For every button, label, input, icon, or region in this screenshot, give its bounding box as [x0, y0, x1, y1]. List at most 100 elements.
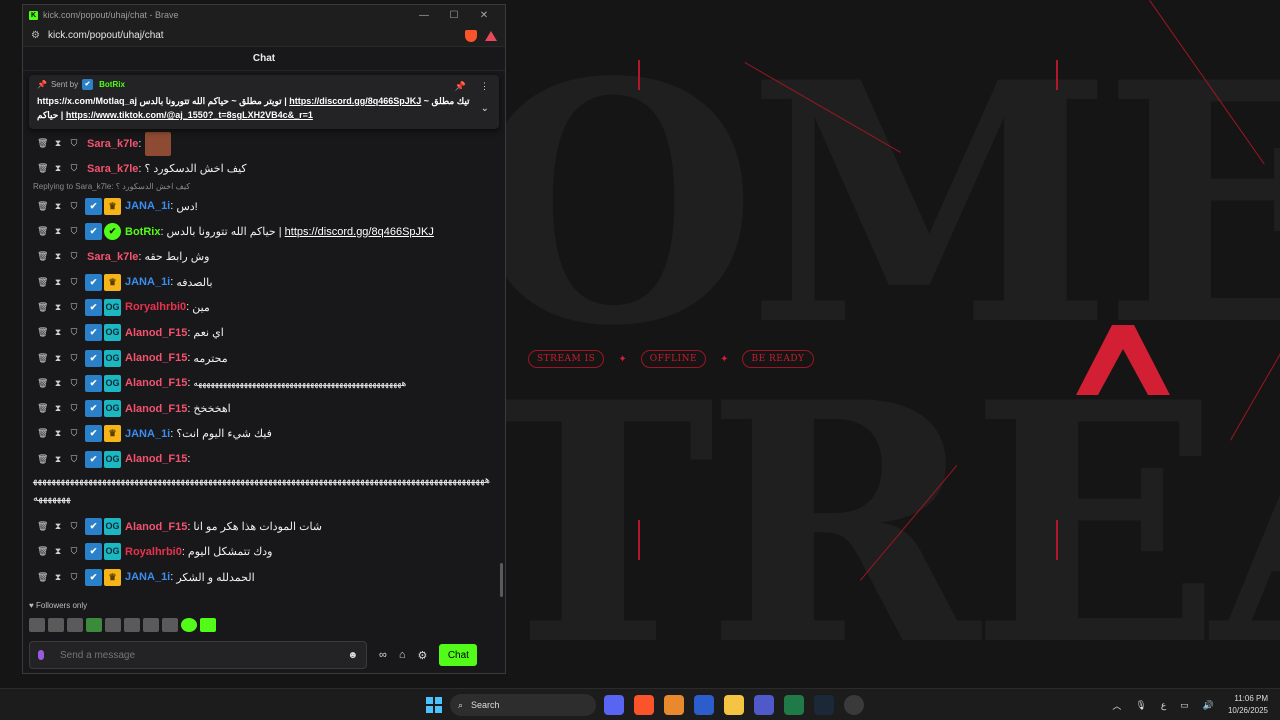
send-chat-button[interactable]: Chat [439, 644, 478, 666]
timeout-icon[interactable]: ⧗ [53, 327, 63, 338]
store-icon[interactable]: ⌂ [399, 649, 406, 661]
quick-emote[interactable] [143, 618, 159, 632]
brave-icon[interactable] [634, 695, 654, 715]
excel-icon[interactable] [784, 695, 804, 715]
pinned-message[interactable]: 📌 Sent by ✔ BotRix https://x.com/Motlaq_… [29, 75, 499, 129]
ban-icon[interactable]: ⛉ [69, 454, 79, 465]
chat-message[interactable]: 🗑 ⧗ ⛉ ✔ ♛ JANA_1i: بالصدفه [23, 269, 493, 294]
ban-icon[interactable]: ⛉ [69, 163, 79, 174]
microphone-icon[interactable] [38, 650, 44, 660]
message-username[interactable]: JANA_1i [125, 571, 170, 583]
chat-message[interactable]: 🗑 ⧗ ⛉ ✔ OG Alanod_F15: اهخخخخ [23, 396, 493, 421]
message-username[interactable]: Royalhrbi0 [125, 546, 182, 558]
quick-emote[interactable] [48, 618, 64, 632]
app-circle-icon[interactable] [844, 695, 864, 715]
ban-icon[interactable]: ⛉ [69, 138, 79, 149]
pinned-x-link[interactable]: https://x.com/Motlaq_aj [37, 96, 137, 106]
ban-icon[interactable]: ⛉ [69, 277, 79, 288]
delete-icon[interactable]: 🗑 [37, 428, 48, 439]
volume-icon[interactable]: 🔊 [1203, 700, 1214, 711]
chat-message[interactable]: 🗑 ⧗ ⛉ ✔ OG Alanod_F15: اي نعم [23, 320, 493, 345]
teams-icon[interactable] [754, 695, 774, 715]
settings-chain-icon[interactable]: ∞ [379, 649, 387, 661]
timeout-icon[interactable]: ⧗ [53, 277, 63, 288]
steam-icon[interactable] [814, 695, 834, 715]
brave-shields-icon[interactable] [465, 29, 477, 42]
delete-icon[interactable]: 🗑 [37, 521, 48, 532]
outlook-icon[interactable] [694, 695, 714, 715]
quick-emote[interactable] [200, 618, 216, 632]
ban-icon[interactable]: ⛉ [69, 428, 79, 439]
quick-emote[interactable] [124, 618, 140, 632]
url-text[interactable]: kick.com/popout/uhaj/chat [48, 30, 465, 41]
emoji-icon[interactable]: ☻ [347, 650, 358, 661]
ban-icon[interactable]: ⛉ [69, 378, 79, 389]
ban-icon[interactable]: ⛉ [69, 521, 79, 532]
quick-emote[interactable] [67, 618, 83, 632]
message-link[interactable]: https://discord.gg/8q466SpJKJ [285, 226, 434, 238]
chevron-down-icon[interactable]: ⌄ [481, 103, 489, 114]
delete-icon[interactable]: 🗑 [37, 454, 48, 465]
microphone-tray-icon[interactable]: 🎙 [1135, 700, 1146, 711]
delete-icon[interactable]: 🗑 [37, 201, 48, 212]
message-username[interactable]: BotRix [125, 226, 160, 238]
close-button[interactable]: ✕ [469, 10, 499, 21]
quick-emote[interactable] [29, 618, 45, 632]
timeout-icon[interactable]: ⧗ [53, 138, 63, 149]
chat-message[interactable]: 🗑 ⧗ ⛉ ✔ OG Royalhrbi0: ودك تتمشكل اليوم [23, 539, 493, 564]
timeout-icon[interactable]: ⧗ [53, 403, 63, 414]
message-username[interactable]: Sara_k7le [87, 138, 138, 150]
timeout-icon[interactable]: ⧗ [53, 226, 63, 237]
chat-input-box[interactable]: ☻ [29, 641, 367, 669]
chat-message[interactable]: 🗑 ⧗ ⛉ ✔ OG Alanod_F15: ههههههههههههههههه… [23, 371, 493, 396]
delete-icon[interactable]: 🗑 [37, 251, 48, 262]
delete-icon[interactable]: 🗑 [37, 403, 48, 414]
message-username[interactable]: Alanod_F15 [125, 403, 187, 415]
delete-icon[interactable]: 🗑 [37, 163, 48, 174]
message-username[interactable]: JANA_1i [125, 200, 170, 212]
message-username[interactable]: JANA_1i [125, 276, 170, 288]
language-indicator[interactable]: ع [1161, 700, 1166, 711]
reply-context[interactable]: Replying to Sara_k7le: كيف اخش الدسكورد … [23, 182, 493, 194]
delete-icon[interactable]: 🗑 [37, 378, 48, 389]
ban-icon[interactable]: ⛉ [69, 546, 79, 557]
quick-emote[interactable] [105, 618, 121, 632]
chat-message[interactable]: 🗑 ⧗ ⛉ ✔ ✔ BotRix: حياكم الله تتورونا بال… [23, 219, 493, 244]
chat-message[interactable]: 🗑 ⧗ ⛉ Sara_k7le: كيف اخش الدسكورد ؟ [23, 156, 493, 181]
pinned-discord-link[interactable]: https://discord.gg/8q466SpJKJ [289, 96, 421, 106]
app-a-icon[interactable] [664, 695, 684, 715]
quick-emote[interactable] [86, 618, 102, 632]
timeout-icon[interactable]: ⧗ [53, 454, 63, 465]
chat-input[interactable] [58, 648, 348, 662]
chevron-up-icon[interactable]: ︿ [1112, 699, 1121, 712]
maximize-button[interactable]: ☐ [439, 10, 469, 21]
discord-icon[interactable] [604, 695, 624, 715]
delete-icon[interactable]: 🗑 [37, 277, 48, 288]
windows-start-icon[interactable] [426, 697, 442, 713]
ban-icon[interactable]: ⛉ [69, 302, 79, 313]
delete-icon[interactable]: 🗑 [37, 353, 48, 364]
chat-message[interactable]: 🗑 ⧗ ⛉ ✔ OG Roryalhrbi0: مين [23, 295, 493, 320]
timeout-icon[interactable]: ⧗ [53, 428, 63, 439]
quick-emote[interactable] [181, 618, 197, 632]
minimize-button[interactable]: — [409, 10, 439, 21]
ban-icon[interactable]: ⛉ [69, 327, 79, 338]
chat-message[interactable]: 🗑 ⧗ ⛉ ✔ OG Alanod_F15: [23, 447, 493, 472]
message-username[interactable]: Alanod_F15 [125, 377, 187, 389]
clock[interactable]: 11:06 PM 10/26/2025 [1228, 693, 1268, 717]
timeout-icon[interactable]: ⧗ [53, 521, 63, 532]
timeout-icon[interactable]: ⧗ [53, 251, 63, 262]
gear-icon[interactable]: ⚙ [418, 649, 428, 662]
taskbar-search[interactable]: ⌕ Search [450, 694, 596, 716]
message-username[interactable]: Sara_k7le [87, 163, 138, 175]
timeout-icon[interactable]: ⧗ [53, 378, 63, 389]
message-username[interactable]: Alanod_F15 [125, 327, 187, 339]
ban-icon[interactable]: ⛉ [69, 353, 79, 364]
address-bar[interactable]: ⚙ kick.com/popout/uhaj/chat [23, 25, 505, 47]
timeout-icon[interactable]: ⧗ [53, 572, 63, 583]
timeout-icon[interactable]: ⧗ [53, 201, 63, 212]
timeout-icon[interactable]: ⧗ [53, 302, 63, 313]
chat-message[interactable]: 🗑 ⧗ ⛉ Sara_k7le: وش رابط حقه [23, 244, 493, 269]
message-username[interactable]: Alanod_F15 [125, 352, 187, 364]
message-username[interactable]: Sara_k7le [87, 251, 138, 263]
